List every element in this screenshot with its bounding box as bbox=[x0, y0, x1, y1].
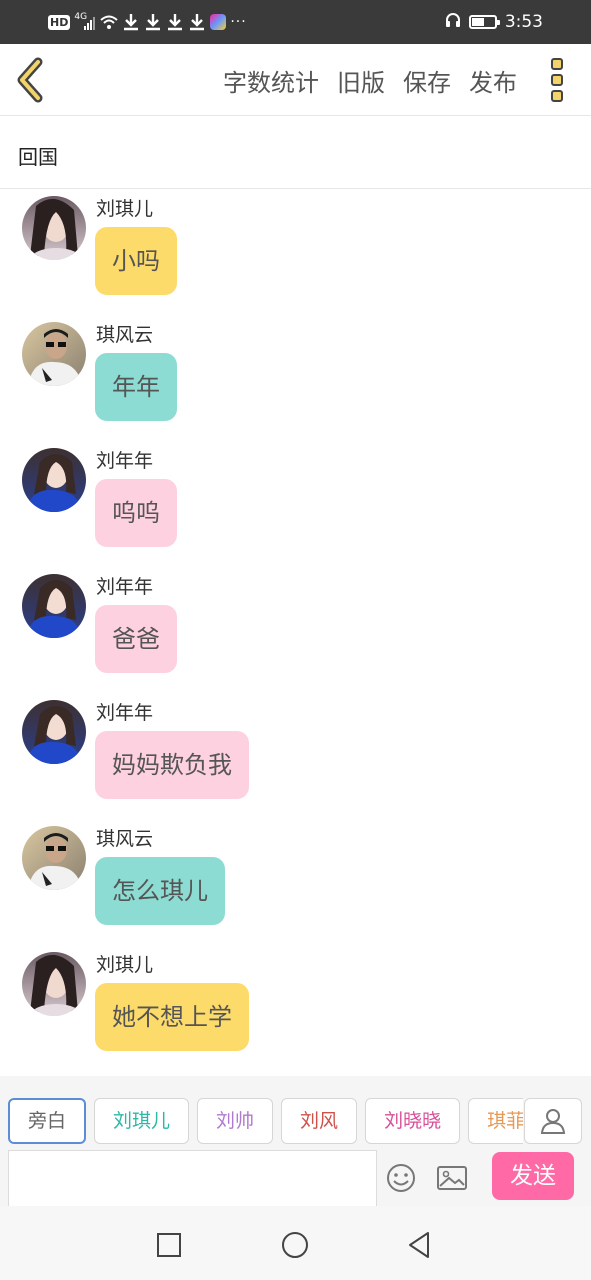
home-button[interactable] bbox=[280, 1230, 310, 1260]
app-notification-icon bbox=[210, 14, 227, 30]
chat-message[interactable]: 刘琪儿 她不想上学 bbox=[0, 946, 591, 1056]
status-bar-right: 3:53 bbox=[445, 10, 543, 34]
speaker-name: 刘年年 bbox=[96, 450, 154, 472]
chat-message[interactable]: 刘年年 呜呜 bbox=[0, 442, 591, 552]
composer-panel: 旁白 刘琪儿 刘帅 刘风 刘晓晓 琪菲 发送 bbox=[0, 1076, 591, 1206]
download-icon bbox=[144, 12, 162, 32]
clock: 3:53 bbox=[504, 12, 543, 32]
message-bubble[interactable]: 爸爸 bbox=[95, 605, 177, 673]
avatar-liu-niannian[interactable] bbox=[22, 448, 86, 512]
wifi-icon bbox=[100, 12, 119, 32]
speaker-name: 琪风云 bbox=[96, 324, 154, 346]
character-chip[interactable]: 刘帅 bbox=[197, 1098, 274, 1144]
message-input[interactable] bbox=[8, 1150, 377, 1206]
more-menu-button[interactable] bbox=[551, 58, 565, 102]
character-chip[interactable]: 刘琪儿 bbox=[94, 1098, 190, 1144]
publish-button[interactable]: 发布 bbox=[469, 63, 517, 98]
battery-icon bbox=[468, 15, 500, 29]
status-bar-left: HD 4G ··· bbox=[48, 10, 247, 34]
person-icon bbox=[540, 1109, 566, 1134]
system-navigation-bar bbox=[0, 1206, 591, 1280]
back-arrow-icon bbox=[17, 57, 43, 103]
avatar-liu-qier[interactable] bbox=[22, 952, 86, 1016]
chat-message[interactable]: 琪风云 怎么琪儿 bbox=[0, 820, 591, 930]
chat-message[interactable]: 琪风云 年年 bbox=[0, 316, 591, 426]
hd-indicator: HD bbox=[48, 14, 71, 30]
more-dot-icon bbox=[551, 58, 563, 70]
speaker-name: 刘年年 bbox=[96, 576, 154, 598]
character-chip-list[interactable]: 旁白 刘琪儿 刘帅 刘风 刘晓晓 琪菲 bbox=[8, 1098, 523, 1144]
insert-image-button[interactable] bbox=[435, 1162, 469, 1194]
send-button[interactable]: 发送 bbox=[492, 1152, 574, 1200]
status-bar: HD 4G ··· 3:53 bbox=[0, 0, 591, 44]
word-count-button[interactable]: 字数统计 bbox=[223, 63, 319, 98]
avatar-qi-fengyun[interactable] bbox=[22, 322, 86, 386]
smiley-icon bbox=[387, 1164, 415, 1192]
signal-bars bbox=[84, 17, 96, 30]
chat-message-list[interactable]: 刘琪儿 小吗 琪风云 年年 刘年年 呜呜 刘年年 爸爸 刘年年 妈妈欺负我 琪风 bbox=[0, 190, 591, 1076]
headphones-icon bbox=[445, 12, 461, 33]
download-icon bbox=[122, 12, 140, 32]
speaker-name: 琪风云 bbox=[96, 828, 154, 850]
avatar-liu-niannian[interactable] bbox=[22, 700, 86, 764]
character-chip-narration[interactable]: 旁白 bbox=[8, 1098, 87, 1144]
chat-message[interactable]: 刘琪儿 小吗 bbox=[0, 190, 591, 300]
image-icon bbox=[437, 1166, 467, 1190]
editor-header: 字数统计 旧版 保存 发布 bbox=[0, 44, 591, 116]
character-chip[interactable]: 刘风 bbox=[281, 1098, 358, 1144]
recents-button[interactable] bbox=[154, 1230, 184, 1260]
back-button[interactable] bbox=[12, 56, 52, 104]
avatar-liu-qier[interactable] bbox=[22, 196, 86, 260]
download-icon bbox=[188, 12, 206, 32]
header-actions: 字数统计 旧版 保存 发布 bbox=[223, 63, 517, 98]
signal-icon: 4G bbox=[74, 12, 96, 32]
more-dot-icon bbox=[551, 90, 563, 102]
chapter-title-row[interactable]: 回国 bbox=[0, 117, 591, 189]
message-bubble[interactable]: 小吗 bbox=[95, 227, 177, 295]
emoji-button[interactable] bbox=[385, 1162, 417, 1194]
save-button[interactable]: 保存 bbox=[403, 63, 451, 98]
message-bubble[interactable]: 怎么琪儿 bbox=[95, 857, 225, 925]
chat-message[interactable]: 刘年年 妈妈欺负我 bbox=[0, 694, 591, 804]
manage-characters-button[interactable] bbox=[524, 1098, 582, 1144]
more-notifications-icon: ··· bbox=[230, 14, 247, 30]
old-version-button[interactable]: 旧版 bbox=[337, 63, 385, 98]
triangle-back-icon bbox=[409, 1232, 429, 1258]
chapter-title: 回国 bbox=[18, 145, 58, 169]
message-bubble[interactable]: 她不想上学 bbox=[95, 983, 249, 1051]
message-bubble[interactable]: 年年 bbox=[95, 353, 177, 421]
system-back-button[interactable] bbox=[404, 1230, 434, 1260]
battery-fill bbox=[471, 18, 484, 26]
avatar-liu-niannian[interactable] bbox=[22, 574, 86, 638]
message-bubble[interactable]: 妈妈欺负我 bbox=[95, 731, 249, 799]
more-dot-icon bbox=[551, 74, 563, 86]
download-icon bbox=[166, 12, 184, 32]
circle-icon bbox=[282, 1232, 308, 1258]
speaker-name: 刘年年 bbox=[96, 702, 154, 724]
character-chip[interactable]: 刘晓晓 bbox=[365, 1098, 461, 1144]
speaker-name: 刘琪儿 bbox=[96, 198, 154, 220]
speaker-name: 刘琪儿 bbox=[96, 954, 154, 976]
chat-message[interactable]: 刘年年 爸爸 bbox=[0, 568, 591, 678]
square-icon bbox=[157, 1233, 181, 1257]
avatar-qi-fengyun[interactable] bbox=[22, 826, 86, 890]
character-chip[interactable]: 琪菲 bbox=[468, 1098, 523, 1144]
message-bubble[interactable]: 呜呜 bbox=[95, 479, 177, 547]
